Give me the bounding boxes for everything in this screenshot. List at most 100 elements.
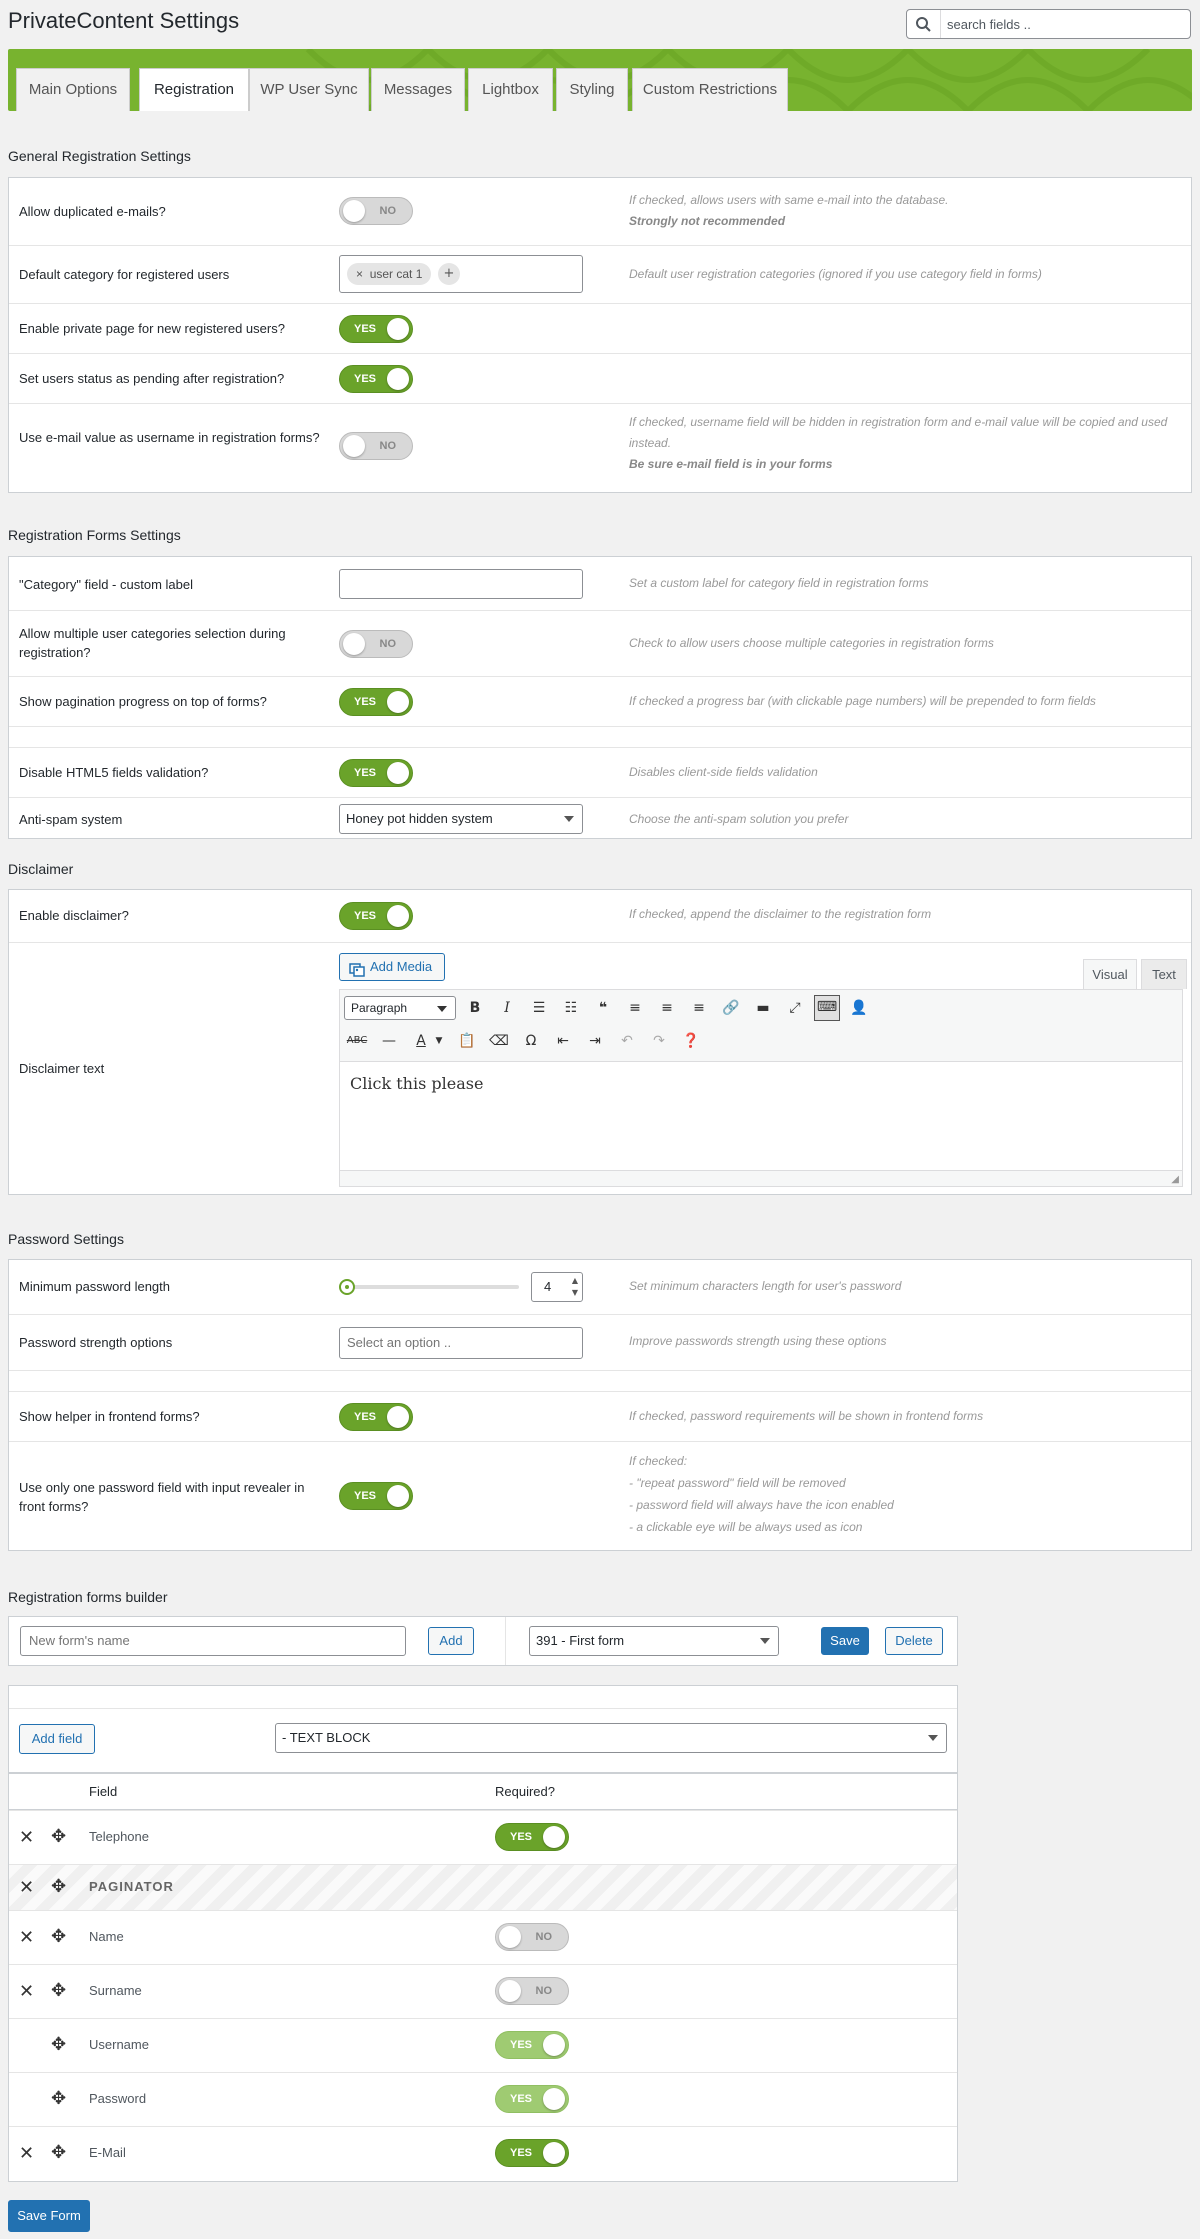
button-label: Add Media [370, 959, 433, 974]
min-length-number-input[interactable]: 4 ▲ ▼ [531, 1272, 583, 1302]
field-type-select[interactable]: - TEXT BLOCK [275, 1723, 947, 1753]
add-media-button[interactable]: Add Media [339, 953, 445, 981]
bold-icon[interactable]: B [464, 997, 486, 1019]
fullscreen-icon[interactable]: ⤢ [784, 997, 806, 1019]
special-char-icon[interactable]: Ω [520, 1030, 542, 1052]
move-handle-icon[interactable]: ✥ [51, 2088, 66, 2109]
min-length-slider[interactable] [339, 1285, 519, 1289]
move-handle-icon[interactable]: ✥ [51, 1826, 66, 1847]
move-handle-icon[interactable]: ✥ [51, 1926, 66, 1947]
resize-handle-icon[interactable]: ◢ [1171, 1174, 1179, 1185]
helper-toggle[interactable]: YES [339, 1403, 413, 1431]
editor-tab-visual[interactable]: Visual [1083, 959, 1137, 989]
paste-text-icon[interactable]: 📋 [456, 1030, 478, 1052]
move-handle-icon[interactable]: ✥ [51, 2034, 66, 2055]
chevron-down-icon[interactable]: ▼ [428, 1030, 450, 1052]
spinner-up-icon[interactable]: ▲ [572, 1276, 578, 1285]
align-left-icon[interactable]: ≡ [624, 997, 646, 1019]
user-card-icon[interactable]: 👤 [848, 997, 870, 1019]
indent-icon[interactable]: ⇥ [584, 1030, 606, 1052]
move-handle-icon[interactable]: ✥ [51, 1980, 66, 2001]
tab-registration[interactable]: Registration [139, 68, 249, 111]
enable-disclaimer-toggle[interactable]: YES [339, 902, 413, 930]
category-multiselect[interactable]: × user cat 1 + [339, 255, 583, 293]
read-more-icon[interactable]: ▬ [752, 997, 774, 1019]
editor-tab-text[interactable]: Text [1141, 959, 1187, 989]
save-button[interactable]: Save [821, 1627, 869, 1655]
save-form-button[interactable]: Save Form [8, 2200, 90, 2232]
tab-main-options[interactable]: Main Options [16, 68, 130, 111]
strikethrough-icon[interactable]: ABC [346, 1030, 368, 1052]
move-handle-icon[interactable]: ✥ [51, 2142, 66, 2163]
undo-icon[interactable]: ↶ [616, 1030, 638, 1052]
blockquote-icon[interactable]: ❝ [592, 997, 614, 1019]
add-field-button[interactable]: Add field [19, 1724, 95, 1754]
html5-validation-toggle[interactable]: YES [339, 759, 413, 787]
remove-field-icon[interactable]: ✕ [19, 2143, 34, 2164]
field-name: Username [89, 2037, 149, 2052]
anti-spam-select[interactable]: Honey pot hidden system [339, 804, 583, 834]
email-as-username-toggle[interactable]: NO [339, 432, 413, 460]
required-toggle[interactable]: YES [495, 1823, 569, 1851]
tab-lightbox[interactable]: Lightbox [468, 68, 553, 111]
align-right-icon[interactable]: ≡ [688, 997, 710, 1019]
required-toggle[interactable]: NO [495, 1977, 569, 2005]
tab-styling[interactable]: Styling [556, 68, 628, 111]
tab-wp-user-sync[interactable]: WP User Sync [249, 68, 369, 111]
private-page-toggle[interactable]: YES [339, 315, 413, 343]
single-password-toggle[interactable]: YES [339, 1482, 413, 1510]
outdent-icon[interactable]: ⇤ [552, 1030, 574, 1052]
setting-row-spacer [9, 1370, 1191, 1391]
move-handle-icon[interactable]: ✥ [51, 1876, 66, 1897]
field-name: Surname [89, 1983, 142, 1998]
remove-field-icon[interactable]: ✕ [19, 1827, 34, 1848]
redo-icon[interactable]: ↷ [648, 1030, 670, 1052]
disclaimer-panel: Enable disclaimer? YES If checked, appen… [8, 889, 1192, 1195]
italic-icon[interactable]: I [496, 997, 518, 1019]
keyboard-icon[interactable]: ⌨ [814, 995, 840, 1021]
editor-content[interactable]: Click this please [350, 1074, 483, 1093]
search-box[interactable] [906, 9, 1191, 39]
link-icon[interactable]: 🔗 [720, 997, 742, 1019]
pending-status-toggle[interactable]: YES [339, 365, 413, 393]
remove-field-icon[interactable]: ✕ [19, 1877, 34, 1898]
clear-format-icon[interactable]: ⌫ [488, 1030, 510, 1052]
new-form-name-input[interactable]: New form's name [20, 1626, 406, 1656]
select-value: - TEXT BLOCK [282, 1730, 371, 1745]
toggle-knob [343, 200, 365, 222]
multi-category-toggle[interactable]: NO [339, 630, 413, 658]
toggle-text: NO [379, 205, 397, 217]
paragraph-select[interactable]: Paragraph [344, 996, 456, 1020]
add-form-button[interactable]: Add [428, 1627, 474, 1655]
search-input[interactable] [947, 14, 1182, 34]
form-select[interactable]: 391 - First form [529, 1626, 779, 1656]
tab-messages[interactable]: Messages [371, 68, 465, 111]
add-category-icon[interactable]: + [438, 263, 460, 285]
delete-button[interactable]: Delete [885, 1627, 943, 1655]
duplicate-emails-toggle[interactable]: NO [339, 197, 413, 225]
help-icon[interactable]: ❓ [680, 1030, 702, 1052]
horizontal-line-icon[interactable]: — [378, 1030, 400, 1052]
password-settings-panel: Minimum password length 4 ▲ ▼ Set minimu… [8, 1259, 1192, 1551]
setting-row-pagination: Show pagination progress on top of forms… [9, 676, 1191, 726]
setting-note: If checked, username field will be hidde… [629, 412, 1189, 475]
strength-options-select[interactable]: Select an option .. [339, 1327, 583, 1359]
pagination-progress-toggle[interactable]: YES [339, 688, 413, 716]
numbered-list-icon[interactable]: ☷ [560, 997, 582, 1019]
setting-row-anti-spam: Anti-spam system Honey pot hidden system… [9, 797, 1191, 840]
category-chip: × user cat 1 [347, 263, 432, 285]
slider-handle[interactable] [339, 1279, 355, 1295]
setting-note: Set minimum characters length for user's… [629, 1279, 902, 1293]
note-line: If checked, allows users with same e-mai… [629, 193, 949, 207]
align-center-icon[interactable]: ≡ [656, 997, 678, 1019]
required-toggle[interactable]: NO [495, 1923, 569, 1951]
chip-label: user cat 1 [369, 267, 423, 281]
remove-field-icon[interactable]: ✕ [19, 1981, 34, 2002]
tab-custom-restrictions[interactable]: Custom Restrictions [632, 68, 788, 111]
spinner-down-icon[interactable]: ▼ [572, 1288, 578, 1297]
category-label-input[interactable] [339, 569, 583, 599]
required-toggle[interactable]: YES [495, 2139, 569, 2167]
chip-remove-icon[interactable]: × [356, 267, 363, 281]
remove-field-icon[interactable]: ✕ [19, 1927, 34, 1948]
bullet-list-icon[interactable]: ☰ [528, 997, 550, 1019]
